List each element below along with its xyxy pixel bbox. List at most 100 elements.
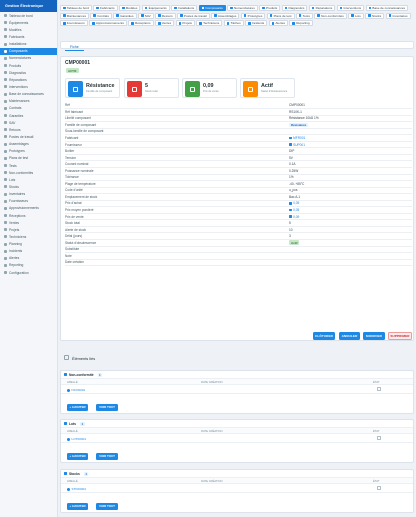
sidebar-item-contrats[interactable]: Contrats — [0, 105, 57, 112]
sidebar-item-reparations[interactable]: Réparations — [0, 76, 57, 83]
property-value-text[interactable]: 0,05 — [293, 201, 299, 205]
sidebar-item-ventes[interactable]: Ventes — [0, 219, 57, 226]
property-value[interactable]: SUP001 — [289, 143, 305, 147]
topnav-fabricants[interactable]: Fabricants — [93, 5, 118, 12]
topnav-non-conformites[interactable]: Non-conformités — [314, 12, 347, 19]
sidebar-item-sav[interactable]: SAV — [0, 119, 57, 126]
cancel-button[interactable]: ANNULER — [339, 332, 360, 340]
sidebar-item-approvisionnements[interactable]: Approvisionnements — [0, 205, 57, 212]
row-checkbox[interactable] — [377, 387, 381, 391]
topnav-taches[interactable]: Tâches — [223, 20, 244, 27]
topnav-interventions[interactable]: Interventions — [336, 5, 365, 12]
topnav-modeles[interactable]: Modèles — [119, 5, 141, 12]
sidebar-item-installations[interactable]: Installations — [0, 41, 57, 48]
property-value[interactable]: 0,05 — [289, 201, 299, 205]
sidebar-item-assemblages[interactable]: Assemblages — [0, 141, 57, 148]
sidebar-item-fabricants[interactable]: Fabricants — [0, 33, 57, 40]
add-button[interactable]: + AJOUTER — [67, 503, 88, 510]
sidebar-item-equipements[interactable]: Équipements — [0, 19, 57, 26]
sidebar-item-reporting[interactable]: Reporting — [0, 262, 57, 269]
row-checkbox[interactable] — [377, 436, 381, 440]
sidebar-item-prototypes[interactable]: Prototypes — [0, 148, 57, 155]
sidebar-item-alertes[interactable]: Alertes — [0, 255, 57, 262]
row-checkbox[interactable] — [377, 486, 381, 490]
topnav-incidents[interactable]: Incidents — [245, 20, 268, 27]
sidebar-item-plans-de-test[interactable]: Plans de test — [0, 155, 57, 162]
delete-button[interactable]: SUPPRIMER — [388, 332, 412, 340]
topnav-prototypes[interactable]: Prototypes — [240, 12, 266, 19]
topnav-base-de-connaissances[interactable]: Base de connaissances — [365, 5, 409, 12]
sidebar-item-fournisseurs[interactable]: Fournisseurs — [0, 198, 57, 205]
view-all-button[interactable]: VOIR TOUT — [96, 404, 118, 411]
sidebar-item-receptions[interactable]: Réceptions — [0, 212, 57, 219]
edit-button[interactable]: MODIFIER — [363, 332, 385, 340]
topnav-receptions[interactable]: Réceptions — [128, 20, 154, 27]
sidebar-item-base-de-connaissances[interactable]: Base de connaissances — [0, 91, 57, 98]
topnav-stocks[interactable]: Stocks — [365, 12, 385, 19]
sidebar-item-nomenclatures[interactable]: Nomenclatures — [0, 55, 57, 62]
property-value[interactable]: 0,09 — [289, 215, 299, 219]
sidebar-item-interventions[interactable]: Interventions — [0, 83, 57, 90]
topnav-produits[interactable]: Produits — [259, 5, 281, 12]
sidebar-item-lots[interactable]: Lots — [0, 176, 57, 183]
add-button[interactable]: + AJOUTER — [67, 453, 88, 460]
topnav-tableau-de-bord[interactable]: Tableau de bord — [60, 5, 92, 12]
sidebar-item-configuration[interactable]: Configuration — [0, 269, 57, 276]
topnav-reparations[interactable]: Réparations — [308, 5, 336, 12]
topnav-inventaires[interactable]: Inventaires — [385, 12, 411, 19]
tab-fiche[interactable]: Fiche — [65, 43, 84, 51]
sidebar-item-maintenances[interactable]: Maintenances — [0, 98, 57, 105]
sidebar-item-techniciens[interactable]: Techniciens — [0, 233, 57, 240]
sidebar-item-postes-de-travail[interactable]: Postes de travail — [0, 133, 57, 140]
record-link[interactable]: LOT00001 — [67, 437, 86, 441]
sidebar-item-tests[interactable]: Tests — [0, 162, 57, 169]
sidebar-item-composants[interactable]: Composants — [0, 47, 57, 55]
sidebar-item-planning[interactable]: Planning — [0, 241, 57, 248]
property-value[interactable]: 0,05 — [289, 208, 299, 212]
property-value-text[interactable]: SUP001 — [293, 143, 305, 147]
property-value-text[interactable]: MFR001 — [293, 136, 305, 140]
sidebar-item-incidents[interactable]: Incidents — [0, 248, 57, 255]
topnav-techniciens[interactable]: Techniciens — [196, 20, 223, 27]
topnav-ventes[interactable]: Ventes — [154, 20, 175, 27]
topnav-retours[interactable]: Retours — [155, 12, 176, 19]
topnav-alertes[interactable]: Alertes — [268, 20, 289, 27]
sidebar-item-modeles[interactable]: Modèles — [0, 26, 57, 33]
topnav-projets[interactable]: Projets — [175, 20, 195, 27]
sidebar-item-diagnostics[interactable]: Diagnostics — [0, 69, 57, 76]
topnav-assemblages[interactable]: Assemblages — [211, 12, 240, 19]
topnav-postes-de-travail[interactable]: Postes de travail — [177, 12, 210, 19]
topnav-garanties[interactable]: Garanties — [113, 12, 137, 19]
topnav-installations[interactable]: Installations — [171, 5, 198, 12]
add-button[interactable]: + AJOUTER — [67, 404, 88, 411]
property-value-text[interactable]: 0,09 — [293, 215, 299, 219]
sidebar-item-projets[interactable]: Projets — [0, 226, 57, 233]
sidebar-item-tableau-de-bord[interactable]: Tableau de bord — [0, 12, 57, 19]
view-all-button[interactable]: VOIR TOUT — [96, 503, 118, 510]
view-all-button[interactable]: VOIR TOUT — [96, 453, 118, 460]
sidebar-item-retours[interactable]: Retours — [0, 126, 57, 133]
topnav-contrats[interactable]: Contrats — [90, 12, 112, 19]
topnav-maintenances[interactable]: Maintenances — [60, 12, 90, 19]
sidebar-item-non-conformites[interactable]: Non-conformités — [0, 169, 57, 176]
topnav-fournisseurs[interactable]: Fournisseurs — [60, 20, 88, 27]
topnav-diagnostics[interactable]: Diagnostics — [281, 5, 308, 12]
topnav-approvisionnements[interactable]: Approvisionnements — [89, 20, 127, 27]
sidebar-item-inventaires[interactable]: Inventaires — [0, 191, 57, 198]
record-link[interactable]: STK00001 — [67, 487, 86, 491]
close-button[interactable]: CLÔTURER — [313, 332, 335, 340]
topnav-sav[interactable]: SAV — [137, 12, 154, 19]
topnav-nomenclatures[interactable]: Nomenclatures — [227, 5, 258, 12]
topnav-plans-de-test[interactable]: Plans de test — [266, 12, 295, 19]
topnav-tests[interactable]: Tests — [295, 12, 313, 19]
sidebar-item-produits[interactable]: Produits — [0, 62, 57, 69]
sidebar-item-stocks[interactable]: Stocks — [0, 183, 57, 190]
property-value-text[interactable]: 0,05 — [293, 208, 299, 212]
property-value[interactable]: MFR001 — [289, 136, 305, 140]
app-brand[interactable]: Gestion Électronique — [0, 0, 57, 12]
sidebar-item-garanties[interactable]: Garanties — [0, 112, 57, 119]
topnav-composants[interactable]: Composants — [198, 5, 226, 12]
topnav-reporting[interactable]: Reporting — [289, 20, 313, 27]
record-link[interactable]: NCO0001 — [67, 388, 85, 392]
topnav-lots[interactable]: Lots — [348, 12, 364, 19]
